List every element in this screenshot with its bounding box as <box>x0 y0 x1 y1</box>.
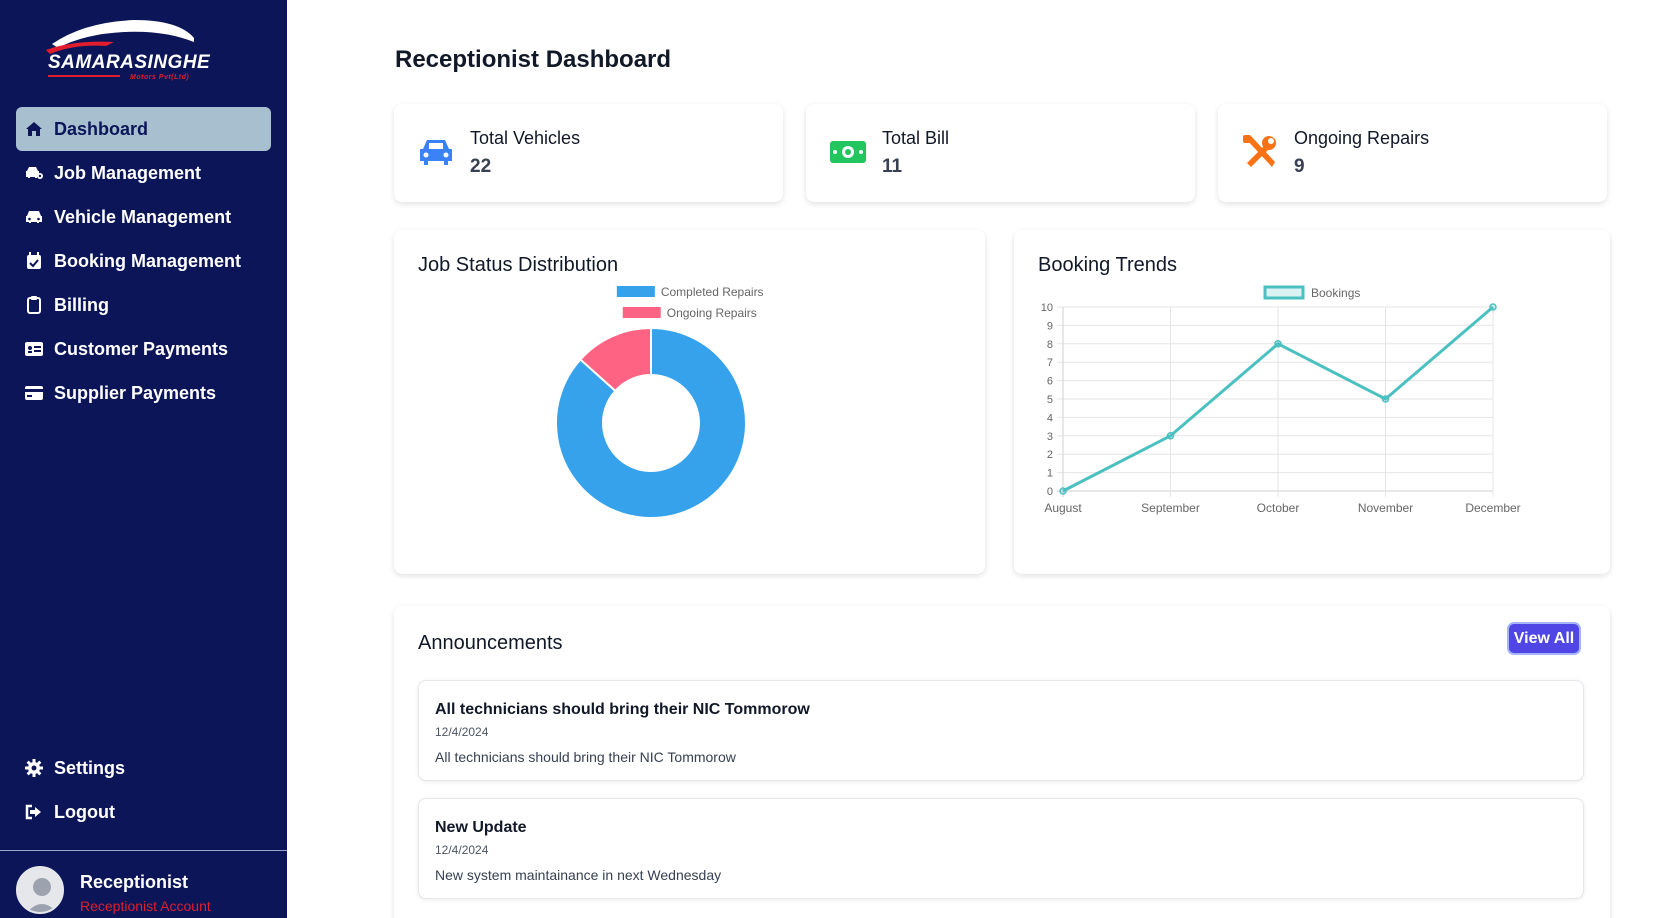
user-role: Receptionist Account <box>80 898 211 914</box>
stat-card-total-bill: Total Bill 11 <box>806 104 1195 202</box>
stat-value: 11 <box>882 156 903 177</box>
sidebar: SAMARASINGHE Motors Pvt(Ltd) Dashboard J… <box>0 0 287 918</box>
sidebar-bottom-nav: Settings Logout <box>16 746 271 834</box>
car-icon <box>24 207 44 227</box>
sidebar-item-label: Job Management <box>54 162 202 183</box>
stat-value: 22 <box>470 156 492 177</box>
home-icon <box>24 119 44 139</box>
announcement-item[interactable]: All technicians should bring their NIC T… <box>418 680 1584 781</box>
legend-label: Completed Repairs <box>661 285 764 299</box>
stat-value: 9 <box>1294 156 1305 177</box>
data-point <box>1489 303 1497 311</box>
announcement-body: New system maintainance in next Wednesda… <box>435 867 722 883</box>
announcement-date: 12/4/2024 <box>435 843 489 857</box>
brand-subtitle: Motors Pvt(Ltd) <box>130 74 190 81</box>
y-tick-label: 7 <box>1047 357 1053 369</box>
announcement-date: 12/4/2024 <box>435 725 489 739</box>
sidebar-item-logout[interactable]: Logout <box>16 790 271 834</box>
id-card-icon <box>24 339 44 359</box>
sidebar-item-vehicle-management[interactable]: Vehicle Management <box>16 195 271 239</box>
logout-icon <box>24 802 44 822</box>
brand-name: SAMARASINGHE <box>48 52 211 73</box>
sidebar-item-settings[interactable]: Settings <box>16 746 271 790</box>
sidebar-divider <box>0 850 287 851</box>
data-point <box>1166 432 1175 440</box>
sidebar-item-label: Supplier Payments <box>54 382 217 403</box>
y-tick-label: 10 <box>1041 302 1053 314</box>
legend-swatch <box>1263 285 1305 300</box>
sidebar-item-dashboard[interactable]: Dashboard <box>16 107 271 151</box>
announcement-title: New Update <box>435 819 527 836</box>
stat-label: Total Bill <box>882 128 950 148</box>
x-tick-label: August <box>1044 501 1082 515</box>
announcements-title: Announcements <box>418 632 563 654</box>
y-tick-label: 8 <box>1047 339 1053 351</box>
stat-card-total-vehicles: Total Vehicles 22 <box>394 104 783 202</box>
tools-icon <box>1240 132 1280 172</box>
y-tick-label: 9 <box>1047 320 1053 332</box>
user-name: Receptionist <box>80 872 189 892</box>
job-status-doughnut-chart: Completed Repairs Ongoing Repairs <box>555 285 764 519</box>
x-tick-label: December <box>1465 501 1520 515</box>
legend-label: Ongoing Repairs <box>667 306 757 320</box>
stat-label: Ongoing Repairs <box>1294 128 1430 148</box>
x-tick-label: September <box>1141 501 1200 515</box>
sidebar-item-label: Billing <box>54 294 109 315</box>
car-tool-icon <box>24 163 44 183</box>
legend-swatch <box>622 307 661 318</box>
y-tick-label: 6 <box>1047 376 1053 388</box>
announcement-item[interactable]: New Update 12/4/2024 New system maintain… <box>418 798 1584 899</box>
clipboard-icon <box>24 295 44 315</box>
user-profile[interactable]: Receptionist Receptionist Account <box>16 866 211 914</box>
announcements-card: Announcements View All All technicians s… <box>394 606 1610 918</box>
credit-card-icon <box>24 383 44 403</box>
sidebar-item-customer-payments[interactable]: Customer Payments <box>16 327 271 371</box>
announcement-body: All technicians should bring their NIC T… <box>435 749 736 765</box>
sidebar-item-label: Booking Management <box>54 250 242 271</box>
sidebar-item-label: Logout <box>54 801 115 822</box>
y-tick-label: 4 <box>1047 412 1053 424</box>
sidebar-item-supplier-payments[interactable]: Supplier Payments <box>16 371 271 415</box>
legend-swatch <box>616 286 655 297</box>
booking-trends-chart-card: Booking Trends Bookings 0 1 2 3 4 5 6 7 8 9 10 Augus… <box>1014 230 1610 574</box>
money-bill-icon <box>828 132 868 172</box>
x-tick-label: November <box>1358 501 1413 515</box>
data-point <box>1274 340 1282 348</box>
y-tick-label: 5 <box>1047 394 1053 406</box>
avatar <box>16 866 64 914</box>
stat-label: Total Vehicles <box>470 128 581 148</box>
job-status-chart-card: Job Status Distribution Completed Repair… <box>394 230 985 574</box>
car-icon <box>416 132 456 172</box>
calendar-check-icon <box>24 251 44 271</box>
sidebar-item-label: Customer Payments <box>54 338 229 359</box>
y-tick-label: 0 <box>1047 486 1053 498</box>
sidebar-item-billing[interactable]: Billing <box>16 283 271 327</box>
y-tick-label: 1 <box>1047 468 1053 480</box>
announcement-title: All technicians should bring their NIC T… <box>435 701 810 718</box>
booking-trends-line-chart: Bookings 0 1 2 3 4 5 6 7 8 9 10 August September Octob… <box>1041 285 1521 515</box>
sidebar-item-label: Dashboard <box>54 118 149 139</box>
data-point <box>1059 487 1067 495</box>
sidebar-item-booking-management[interactable]: Booking Management <box>16 239 271 283</box>
sidebar-item-label: Settings <box>54 757 126 778</box>
legend-label: Bookings <box>1311 286 1360 300</box>
y-tick-label: 2 <box>1047 449 1053 461</box>
x-tick-label: October <box>1257 501 1300 515</box>
stat-card-ongoing-repairs: Ongoing Repairs 9 <box>1218 104 1607 202</box>
y-tick-label: 3 <box>1047 431 1053 443</box>
gear-icon <box>24 758 44 778</box>
data-point <box>1381 395 1390 403</box>
view-all-button[interactable]: View All <box>1507 622 1581 655</box>
sidebar-item-job-management[interactable]: Job Management <box>16 151 271 195</box>
page-title: Receptionist Dashboard <box>395 46 672 73</box>
sidebar-nav: Dashboard Job Management Vehicle Managem… <box>16 107 271 415</box>
sidebar-item-label: Vehicle Management <box>54 206 232 227</box>
